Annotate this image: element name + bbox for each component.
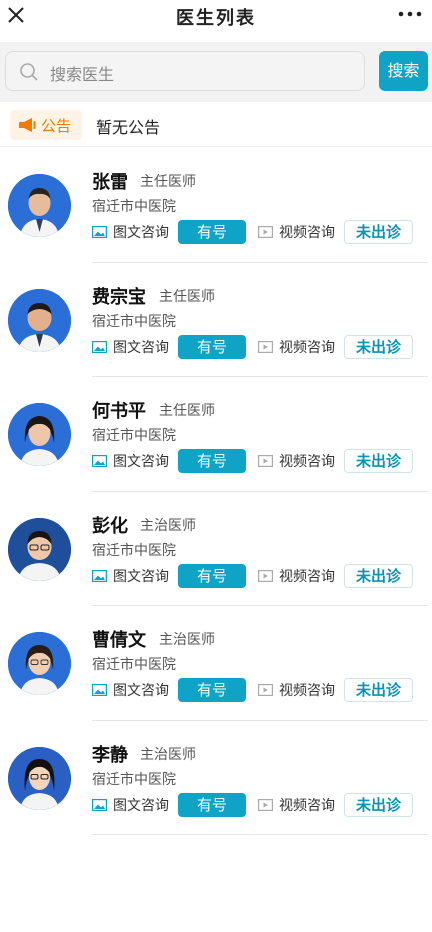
- video-consult-unavailable-button[interactable]: 未出诊: [344, 563, 413, 588]
- doctor-name: 李静: [92, 744, 128, 766]
- doctor-name: 费宗宝: [92, 286, 146, 308]
- consult-row: 图文咨询 有号 视频咨询 未出诊: [92, 678, 422, 702]
- video-consult-label: 视频咨询: [279, 568, 335, 585]
- doctor-name: 张雷: [92, 172, 128, 193]
- video-consult-unavailable-button[interactable]: 未出诊: [344, 792, 413, 817]
- notice-text: 暂无公告: [96, 118, 161, 137]
- consult-row: 图文咨询 有号 视频咨询 未出诊: [92, 792, 422, 817]
- video-consult-label: 视频咨询: [279, 683, 335, 699]
- picture-icon: [92, 226, 107, 238]
- picture-icon: [92, 340, 107, 353]
- picture-consult-label: 图文咨询: [113, 797, 169, 814]
- doctor-title: 主治医师: [140, 517, 196, 534]
- doctor-item[interactable]: 李静 主治医师 宿迁市中医院 图文咨询 有号 视频咨询 未出诊: [0, 721, 432, 835]
- doctor-title: 主任医师: [159, 288, 215, 305]
- avatar: [8, 288, 71, 352]
- doctor-title: 主任医师: [159, 403, 215, 419]
- picture-consult-label: 图文咨询: [113, 225, 169, 241]
- search-placeholder: 搜索医生: [50, 65, 115, 84]
- doctor-item[interactable]: 何书平 主任医师 宿迁市中医院 图文咨询 有号 视频咨询 未出诊: [0, 377, 432, 492]
- search-icon: [20, 63, 38, 81]
- search-bar: 搜索医生 搜索: [0, 42, 432, 102]
- consult-row: 图文咨询 有号 视频咨询 未出诊: [92, 449, 422, 473]
- doctor-name: 曹倩文: [92, 630, 146, 651]
- speaker-icon: [19, 118, 36, 132]
- picture-icon: [92, 798, 107, 811]
- search-input[interactable]: 搜索医生: [5, 51, 365, 91]
- picture-icon: [92, 569, 107, 582]
- video-consult-unavailable-button[interactable]: 未出诊: [344, 334, 413, 359]
- video-icon: [258, 798, 273, 811]
- video-consult-label: 视频咨询: [279, 225, 335, 241]
- picture-consult-available-button[interactable]: 有号: [178, 792, 246, 817]
- doctor-hospital: 宿迁市中医院: [92, 313, 176, 330]
- video-icon: [258, 684, 273, 696]
- more-icon[interactable]: [398, 11, 422, 17]
- doctor-item[interactable]: 曹倩文 主治医师 宿迁市中医院 图文咨询 有号 视频咨询 未出诊: [0, 606, 432, 721]
- doctor-hospital: 宿迁市中医院: [92, 542, 176, 559]
- video-consult-label: 视频咨询: [279, 339, 335, 356]
- picture-consult-label: 图文咨询: [113, 339, 169, 356]
- doctor-hospital: 宿迁市中医院: [92, 657, 176, 673]
- doctor-title: 主任医师: [140, 174, 196, 190]
- avatar: [8, 174, 71, 237]
- doctor-title: 主治医师: [140, 746, 196, 763]
- picture-icon: [92, 455, 107, 467]
- notice-tag: 公告: [10, 110, 82, 140]
- doctor-name: 彭化: [92, 515, 128, 537]
- consult-row: 图文咨询 有号 视频咨询 未出诊: [92, 334, 422, 359]
- picture-consult-available-button[interactable]: 有号: [178, 449, 246, 473]
- picture-consult-available-button[interactable]: 有号: [178, 678, 246, 702]
- doctor-hospital: 宿迁市中医院: [92, 771, 176, 788]
- avatar: [8, 403, 71, 466]
- video-consult-label: 视频咨询: [279, 454, 335, 470]
- avatar: [8, 632, 71, 695]
- doctor-list: 张雷 主任医师 宿迁市中医院 图文咨询 有号 视频咨询 未出诊 费宗宝 主任医师…: [0, 148, 432, 835]
- video-icon: [258, 226, 273, 238]
- avatar: [8, 517, 71, 581]
- video-icon: [258, 569, 273, 582]
- notice-tag-label: 公告: [41, 117, 72, 135]
- doctor-item[interactable]: 费宗宝 主任医师 宿迁市中医院 图文咨询 有号 视频咨询 未出诊: [0, 263, 432, 377]
- video-consult-unavailable-button[interactable]: 未出诊: [344, 220, 413, 244]
- video-consult-unavailable-button[interactable]: 未出诊: [344, 678, 413, 702]
- picture-consult-available-button[interactable]: 有号: [178, 334, 246, 359]
- search-button[interactable]: 搜索: [379, 51, 428, 91]
- video-icon: [258, 455, 273, 467]
- notice-bar: 公告 暂无公告: [0, 103, 432, 147]
- divider: [92, 834, 428, 835]
- picture-consult-label: 图文咨询: [113, 683, 169, 699]
- video-consult-unavailable-button[interactable]: 未出诊: [344, 449, 413, 473]
- picture-consult-available-button[interactable]: 有号: [178, 220, 246, 244]
- doctor-name: 何书平: [92, 401, 146, 422]
- avatar: [8, 746, 71, 810]
- doctor-item[interactable]: 张雷 主任医师 宿迁市中医院 图文咨询 有号 视频咨询 未出诊: [0, 148, 432, 263]
- top-bar: 医生列表: [0, 0, 432, 34]
- picture-consult-label: 图文咨询: [113, 568, 169, 585]
- video-icon: [258, 340, 273, 353]
- doctor-item[interactable]: 彭化 主治医师 宿迁市中医院 图文咨询 有号 视频咨询 未出诊: [0, 492, 432, 606]
- doctor-title: 主治医师: [159, 632, 215, 648]
- consult-row: 图文咨询 有号 视频咨询 未出诊: [92, 563, 422, 588]
- consult-row: 图文咨询 有号 视频咨询 未出诊: [92, 220, 422, 244]
- picture-consult-available-button[interactable]: 有号: [178, 563, 246, 588]
- doctor-hospital: 宿迁市中医院: [92, 199, 176, 215]
- doctor-hospital: 宿迁市中医院: [92, 428, 176, 444]
- page-title: 医生列表: [176, 8, 256, 29]
- picture-icon: [92, 684, 107, 696]
- video-consult-label: 视频咨询: [279, 797, 335, 814]
- picture-consult-label: 图文咨询: [113, 454, 169, 470]
